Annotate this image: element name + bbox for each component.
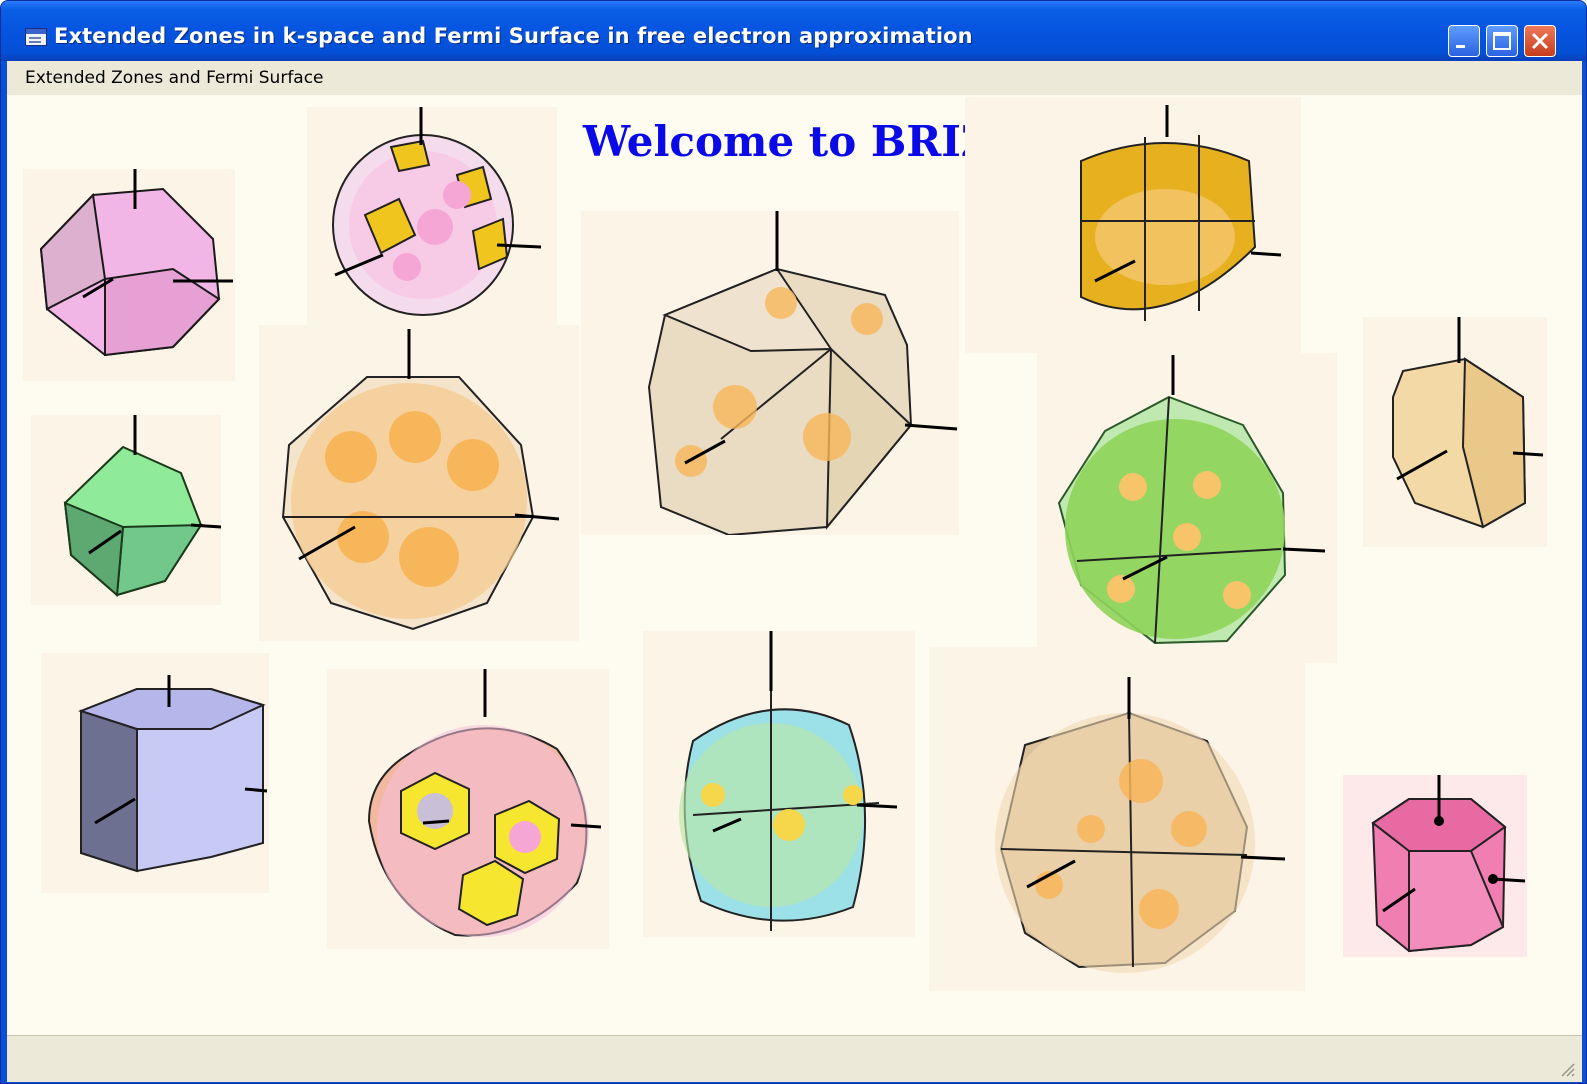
minimize-button[interactable] [1448, 25, 1480, 57]
minimize-icon [1456, 45, 1465, 48]
status-bar [7, 1035, 1582, 1082]
close-icon [1531, 32, 1549, 50]
resize-grip-icon[interactable] [1558, 1060, 1576, 1078]
zone-pink-truncated-octahedron [23, 169, 235, 381]
zone-cyan [643, 631, 915, 937]
zone-green-rhombic-dodecahedron [31, 415, 221, 605]
welcome-heading: Welcome to BRIZ [583, 117, 992, 166]
zone-tan-large [929, 647, 1305, 991]
zone-green-sphere [1037, 353, 1337, 663]
maximize-icon [1493, 32, 1511, 50]
title-bar[interactable]: Extended Zones in k-space and Fermi Surf… [1, 1, 1586, 61]
app-window: Extended Zones in k-space and Fermi Surf… [0, 0, 1587, 1084]
menu-extended-zones[interactable]: Extended Zones and Fermi Surface [25, 68, 324, 88]
maximize-button[interactable] [1486, 25, 1518, 57]
zone-beige-prism [1363, 317, 1547, 547]
zone-beige-large [581, 211, 959, 535]
client-area: Welcome to BRIZ [7, 95, 1582, 1035]
zone-yellow-pink [327, 669, 609, 949]
app-icon[interactable] [25, 28, 47, 46]
zone-pink-yellow-sphere [307, 107, 557, 325]
zone-orange-sphere [259, 325, 579, 641]
menu-bar: Extended Zones and Fermi Surface [7, 61, 1582, 95]
close-button[interactable] [1524, 25, 1556, 57]
window-title: Extended Zones in k-space and Fermi Surf… [54, 24, 973, 48]
zone-blue-hexagonal-prism [41, 653, 269, 893]
zone-gold [965, 97, 1301, 353]
zone-magenta-prism [1343, 775, 1527, 957]
